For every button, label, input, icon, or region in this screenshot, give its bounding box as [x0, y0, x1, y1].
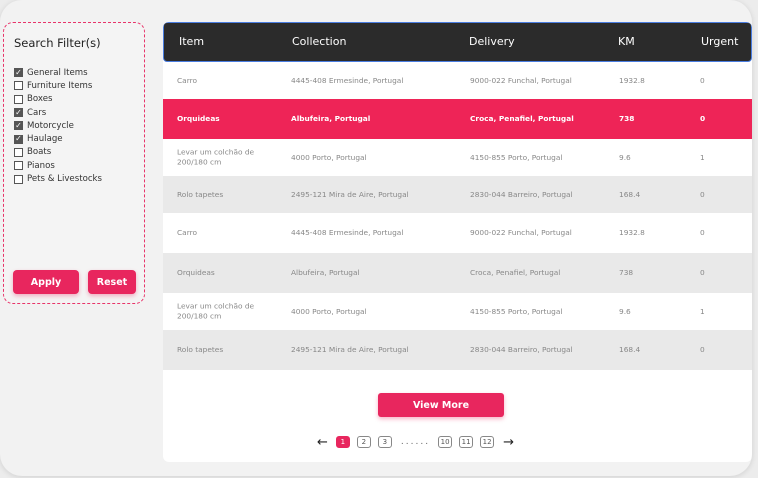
- cell-km: 9.6: [619, 306, 631, 316]
- filter-option-label: Haulage: [27, 134, 63, 145]
- filter-option-label: Pets & Livestocks: [27, 174, 103, 185]
- cell-km: 738: [619, 267, 634, 277]
- filter-option[interactable]: Boxes: [14, 93, 102, 106]
- cell-urgent: 1: [700, 152, 705, 162]
- header-delivery[interactable]: Delivery: [469, 35, 515, 48]
- filter-option-label: Cars: [27, 107, 47, 118]
- checkbox-checked-icon[interactable]: ✓: [14, 108, 23, 118]
- cell-urgent: 0: [700, 75, 705, 85]
- cell-collection: 4000 Porto, Portugal: [291, 152, 367, 162]
- cell-delivery: 2830-044 Barreiro, Portugal: [470, 189, 573, 199]
- cell-collection: 4445-408 Ermesinde, Portugal: [291, 227, 404, 237]
- cell-collection: 2495-121 Mira de Aire, Portugal: [291, 344, 409, 354]
- filter-option-label: Furniture Items: [27, 80, 93, 91]
- checkbox-checked-icon[interactable]: ✓: [14, 121, 23, 131]
- filter-option-label: Boxes: [27, 94, 53, 105]
- cell-item: Rolo tapetes: [177, 344, 224, 354]
- page-11-button[interactable]: 11: [459, 436, 474, 448]
- cell-urgent: 0: [700, 227, 705, 237]
- cell-collection: 4000 Porto, Portugal: [291, 306, 367, 316]
- table-row[interactable]: Levar um colchão de 200/180 cm 4000 Porto…: [163, 139, 752, 176]
- checkbox-checked-icon[interactable]: ✓: [14, 68, 23, 78]
- page-2-button[interactable]: 2: [356, 436, 371, 448]
- table-row[interactable]: Orquideas Albufeira, Portugal Croca, Penaf…: [163, 253, 752, 293]
- cell-km: 1932.8: [619, 227, 645, 237]
- filter-list: ✓ General Items Furniture Items Boxes ✓ Cars ✓…: [14, 66, 102, 186]
- cell-collection: Albufeira, Portugal: [291, 267, 360, 277]
- cell-item: Carro: [177, 227, 197, 237]
- table-row[interactable]: Carro 4445-408 Ermesinde, Portugal 9000-02…: [163, 213, 752, 253]
- checkbox-unchecked-icon[interactable]: [14, 174, 23, 184]
- checkbox-unchecked-icon[interactable]: [14, 81, 23, 91]
- checkbox-checked-icon[interactable]: ✓: [14, 134, 23, 144]
- apply-button[interactable]: Apply: [13, 270, 79, 294]
- table-row[interactable]: Orquideas Albufeira, Portugal Croca, Penaf…: [163, 99, 752, 139]
- cell-delivery: Croca, Penafiel, Portugal: [470, 267, 561, 277]
- filter-option-label: Boats: [27, 147, 52, 158]
- cell-delivery: 4150-855 Porto, Portugal: [470, 152, 563, 162]
- filter-option[interactable]: Boats: [14, 146, 102, 159]
- cell-item: Carro: [177, 75, 197, 85]
- cell-delivery: 9000-022 Funchal, Portugal: [470, 227, 572, 237]
- page-1-button[interactable]: 1: [335, 436, 350, 448]
- search-filter-panel: Search Filter(s) ✓ General Items Furniture…: [3, 22, 145, 304]
- filter-option[interactable]: ✓ Motorcycle: [14, 119, 102, 132]
- filter-option-label: Pianos: [27, 160, 55, 171]
- filter-option-label: Motorcycle: [27, 120, 74, 131]
- filter-option[interactable]: Furniture Items: [14, 79, 102, 92]
- cell-delivery: 9000-022 Funchal, Portugal: [470, 75, 572, 85]
- table-row[interactable]: Levar um colchão de 200/180 cm 4000 Porto…: [163, 293, 752, 330]
- cell-item: Levar um colchão de 200/180 cm: [177, 147, 255, 167]
- page-12-button[interactable]: 12: [480, 436, 495, 448]
- checkbox-unchecked-icon[interactable]: [14, 94, 23, 104]
- pagination: ← 123 ...... 10 11 12 →: [313, 434, 613, 450]
- cell-item: Rolo tapetes: [177, 189, 224, 199]
- checkbox-unchecked-icon[interactable]: [14, 147, 23, 157]
- cell-item: Levar um colchão de 200/180 cm: [177, 301, 255, 321]
- results-table: Item Collection Delivery KM Urgent Carro…: [163, 22, 752, 462]
- cell-urgent: 0: [700, 267, 705, 277]
- cell-km: 1932.8: [619, 75, 645, 85]
- filter-option[interactable]: ✓ Cars: [14, 106, 102, 119]
- header-collection[interactable]: Collection: [292, 35, 346, 48]
- table-row[interactable]: Carro 4445-408 Ermesinde, Portugal 9000-02…: [163, 62, 752, 99]
- arrow-right-icon[interactable]: →: [503, 435, 514, 450]
- header-urgent[interactable]: Urgent: [701, 35, 738, 48]
- page-3-button[interactable]: 3: [377, 436, 392, 448]
- header-km[interactable]: KM: [618, 35, 635, 48]
- cell-collection: Albufeira, Portugal: [291, 113, 371, 123]
- table-header: Item Collection Delivery KM Urgent: [163, 22, 752, 62]
- cell-urgent: 0: [700, 344, 705, 354]
- cell-urgent: 1: [700, 306, 705, 316]
- pagination-ellipsis: ......: [400, 437, 431, 447]
- arrow-left-icon[interactable]: ←: [317, 435, 328, 450]
- view-more-button[interactable]: View More: [378, 393, 504, 417]
- filter-title: Search Filter(s): [14, 36, 101, 50]
- cell-km: 168.4: [619, 344, 641, 354]
- cell-km: 9.6: [619, 152, 631, 162]
- cell-km: 738: [619, 113, 635, 123]
- page-10-button[interactable]: 10: [438, 436, 453, 448]
- table-row[interactable]: Rolo tapetes 2495-121 Mira de Aire, Portu…: [163, 330, 752, 370]
- filter-option[interactable]: Pets & Livestocks: [14, 172, 102, 185]
- cell-collection: 4445-408 Ermesinde, Portugal: [291, 75, 404, 85]
- reset-button[interactable]: Reset: [88, 270, 136, 294]
- filter-option[interactable]: Pianos: [14, 159, 102, 172]
- cell-km: 168.4: [619, 189, 641, 199]
- cell-delivery: 2830-044 Barreiro, Portugal: [470, 344, 573, 354]
- filter-option[interactable]: ✓ Haulage: [14, 132, 102, 145]
- header-item[interactable]: Item: [179, 35, 204, 48]
- main-card: Search Filter(s) ✓ General Items Furniture…: [0, 0, 752, 476]
- filter-option-label: General Items: [27, 67, 88, 78]
- cell-delivery: 4150-855 Porto, Portugal: [470, 306, 563, 316]
- checkbox-unchecked-icon[interactable]: [14, 161, 23, 171]
- cell-urgent: 0: [700, 113, 706, 123]
- cell-item: Orquideas: [177, 113, 220, 123]
- filter-option[interactable]: ✓ General Items: [14, 66, 102, 79]
- cell-item: Orquideas: [177, 267, 215, 277]
- cell-delivery: Croca, Penafiel, Portugal: [470, 113, 574, 123]
- cell-urgent: 0: [700, 189, 705, 199]
- cell-collection: 2495-121 Mira de Aire, Portugal: [291, 189, 409, 199]
- table-row[interactable]: Rolo tapetes 2495-121 Mira de Aire, Portu…: [163, 176, 752, 213]
